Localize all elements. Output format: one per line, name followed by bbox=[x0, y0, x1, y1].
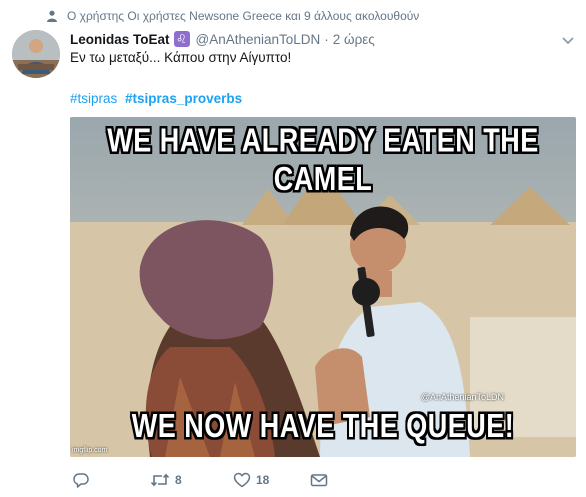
social-context[interactable]: Ο χρήστης Οι χρήστες Newsone Greece και … bbox=[46, 8, 419, 24]
retweet-button[interactable]: 8 bbox=[150, 472, 182, 488]
meme-bottom-caption: WE NOW HAVE THE QUEUE! bbox=[131, 407, 515, 445]
person-icon bbox=[47, 10, 57, 22]
hashtag-tsipras[interactable]: #tsipras bbox=[70, 91, 117, 106]
direct-message-button[interactable] bbox=[310, 472, 328, 488]
tweet-header: Leonidas ToEat ♌ @AnAthenianToLDN · 2 ώρ… bbox=[70, 30, 375, 48]
image-watermark: @AnAthenianToLDN bbox=[420, 392, 504, 402]
imgflip-credit: imgflip.com bbox=[72, 447, 108, 454]
tweet-actions: 8 18 bbox=[70, 470, 328, 490]
meme-top-caption: WE HAVE ALREADY EATEN THE CAMEL bbox=[107, 121, 539, 198]
hashtag-tsipras-proverbs-label: #tsipras_proverbs bbox=[125, 91, 243, 106]
fullname[interactable]: Leonidas ToEat bbox=[70, 32, 170, 47]
hashtags: #tsipras #tsipras_proverbs bbox=[70, 90, 242, 108]
hashtag-tsipras-proverbs[interactable]: #tsipras_proverbs bbox=[125, 91, 242, 106]
separator-dot: · bbox=[324, 31, 329, 47]
avatar-photo bbox=[12, 30, 60, 78]
retweet-icon bbox=[150, 473, 170, 487]
like-button[interactable]: 18 bbox=[233, 472, 269, 488]
heart-icon bbox=[233, 472, 251, 488]
retweet-count: 8 bbox=[175, 473, 182, 487]
tweet-text: Εν τω μεταξύ... Κάπου στην Αίγυπτο! bbox=[70, 50, 292, 65]
username[interactable]: @AnAthenianToLDN bbox=[196, 32, 321, 47]
like-count: 18 bbox=[256, 473, 270, 487]
chevron-down-icon[interactable] bbox=[560, 32, 576, 48]
social-context-text: Ο χρήστης Οι χρήστες Newsone Greece και … bbox=[67, 9, 420, 23]
leo-emoji-icon: ♌ bbox=[173, 31, 190, 47]
tweet-media-image[interactable]: WE HAVE ALREADY EATEN THE CAMEL WE NOW H… bbox=[70, 117, 576, 457]
reply-icon bbox=[73, 473, 89, 488]
envelope-icon bbox=[310, 474, 328, 487]
avatar[interactable] bbox=[12, 30, 60, 78]
reply-button[interactable] bbox=[72, 472, 95, 488]
timestamp[interactable]: 2 ώρες bbox=[333, 32, 375, 47]
